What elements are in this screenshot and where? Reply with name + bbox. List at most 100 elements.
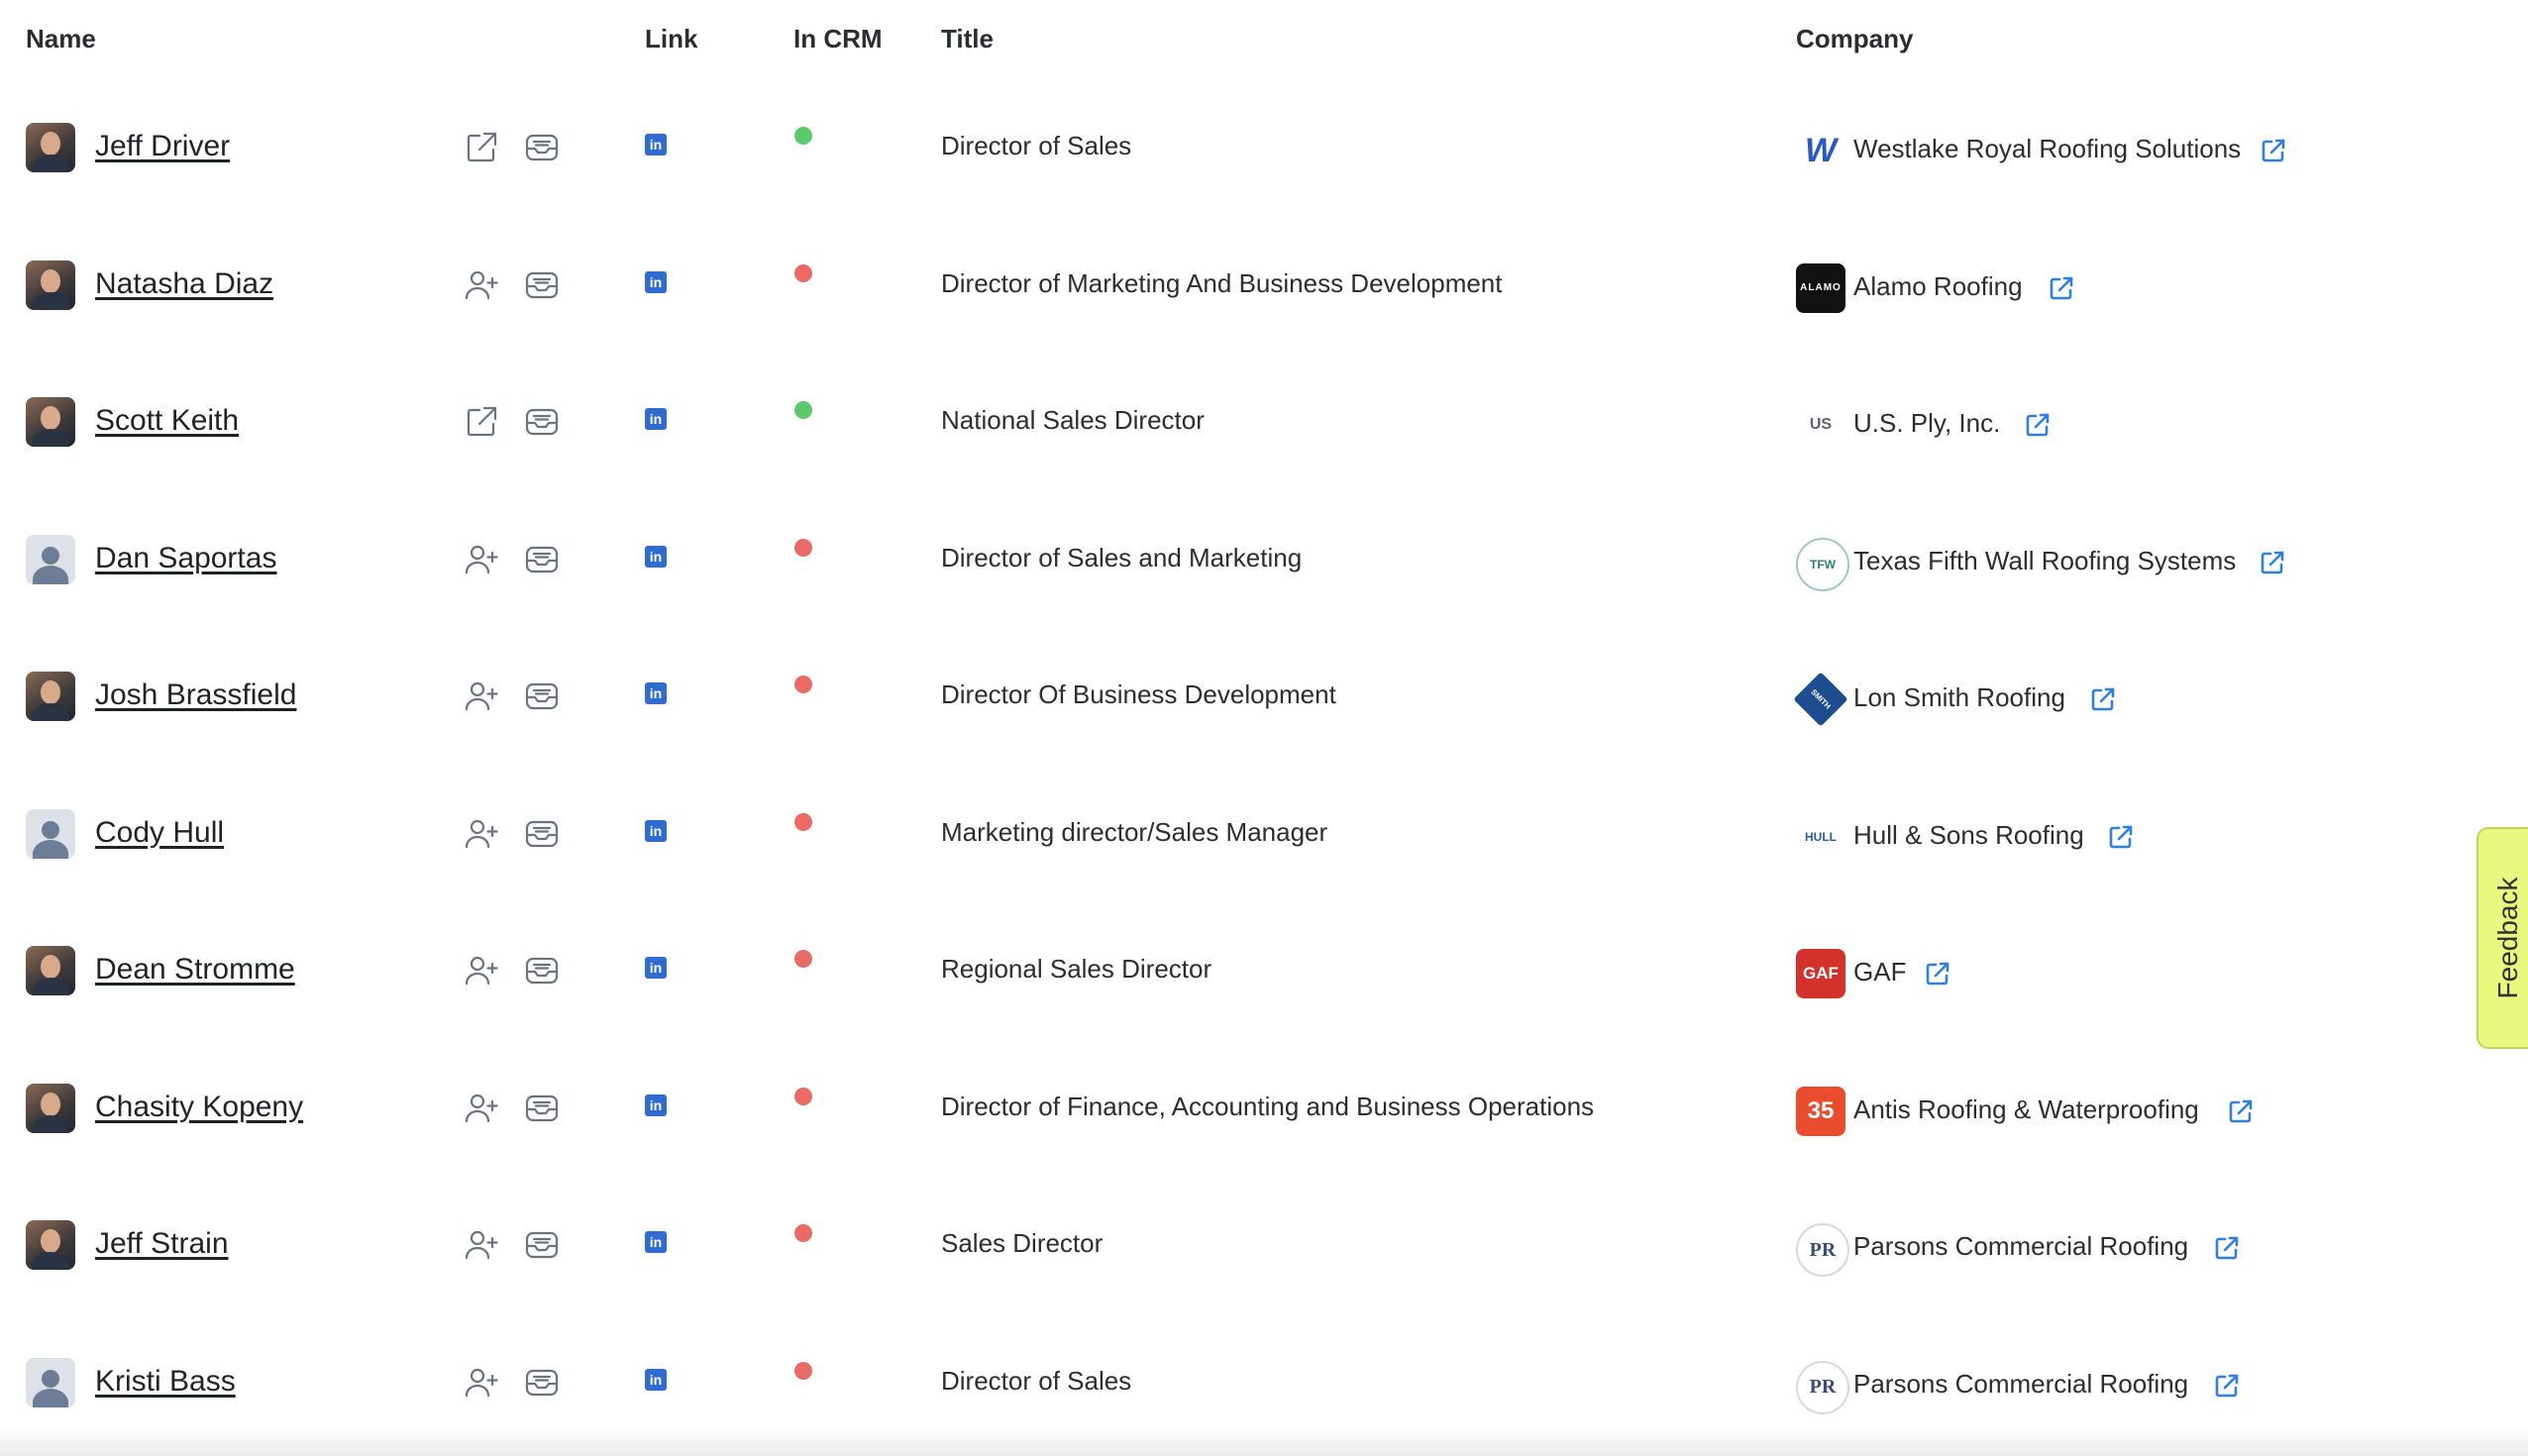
avatar[interactable] [26, 808, 75, 859]
inbox-icon[interactable] [522, 1363, 562, 1403]
add-person-icon[interactable] [462, 814, 501, 854]
contact-name-link[interactable]: Dean Stromme [95, 953, 295, 987]
add-person-icon[interactable] [462, 1225, 501, 1265]
column-header-title[interactable]: Title [941, 24, 994, 54]
company-logo: 35 [1796, 1086, 1845, 1136]
job-title: National Sales Director [941, 405, 1205, 435]
inbox-icon[interactable] [522, 951, 562, 990]
table-row: Cody Hull in Marketing director/Sales Ma… [0, 768, 2457, 904]
external-link-icon[interactable] [2258, 548, 2287, 577]
column-header-name[interactable]: Name [26, 24, 96, 54]
external-edit-icon[interactable] [462, 402, 501, 442]
linkedin-icon[interactable]: in [645, 408, 667, 430]
avatar[interactable] [26, 123, 75, 172]
avatar[interactable] [26, 1357, 75, 1407]
contact-name-link[interactable]: Dan Saportas [95, 542, 276, 575]
in-crm-no-indicator [794, 1224, 812, 1242]
linkedin-icon[interactable]: in [645, 134, 667, 156]
company-name[interactable]: Parsons Commercial Roofing [1853, 1369, 2188, 1400]
company-name[interactable]: Hull & Sons Roofing [1853, 820, 2084, 851]
company-name[interactable]: Texas Fifth Wall Roofing Systems [1853, 546, 2236, 576]
contact-name-link[interactable]: Natasha Diaz [95, 267, 273, 301]
inbox-icon[interactable] [522, 676, 562, 716]
feedback-label: Feedback [2492, 877, 2523, 999]
contact-name-link[interactable]: Scott Keith [95, 404, 239, 438]
job-title: Director of Sales [941, 131, 1132, 160]
feedback-button[interactable]: Feedback [2476, 827, 2528, 1049]
in-crm-no-indicator [794, 950, 812, 968]
in-crm-no-indicator [794, 1087, 812, 1105]
company-name[interactable]: Lon Smith Roofing [1853, 682, 2065, 713]
linkedin-icon[interactable]: in [645, 819, 667, 842]
linkedin-icon[interactable]: in [645, 1093, 667, 1116]
company-logo: W [1796, 126, 1845, 175]
linkedin-icon[interactable]: in [645, 1368, 667, 1391]
company-name[interactable]: Parsons Commercial Roofing [1853, 1231, 2188, 1262]
company-name[interactable]: Westlake Royal Roofing Solutions [1853, 134, 2241, 164]
linkedin-icon[interactable]: in [645, 957, 667, 979]
company-name[interactable]: Antis Roofing & Waterproofing [1853, 1094, 2199, 1125]
avatar[interactable] [26, 1220, 75, 1270]
avatar[interactable] [26, 946, 75, 995]
column-header-link[interactable]: Link [645, 24, 697, 54]
external-link-icon[interactable] [2106, 822, 2136, 852]
column-header-company[interactable]: Company [1796, 24, 1913, 54]
external-link-icon[interactable] [1923, 959, 1952, 988]
company-logo: GAF [1796, 949, 1845, 998]
company-name[interactable]: Alamo Roofing [1853, 271, 2023, 302]
company-logo: PR [1796, 1360, 1849, 1414]
contact-name-link[interactable]: Jeff Strain [95, 1227, 229, 1261]
inbox-icon[interactable] [522, 402, 562, 442]
inbox-icon[interactable] [522, 540, 562, 579]
contact-name-link[interactable]: Chasity Kopeny [95, 1091, 303, 1124]
table-row: Jeff Strain in Sales Director PR Parsons… [0, 1179, 2457, 1315]
external-link-icon[interactable] [2088, 684, 2118, 714]
contact-name-link[interactable]: Jeff Driver [95, 130, 230, 163]
company-name[interactable]: U.S. Ply, Inc. [1853, 408, 2000, 439]
external-link-icon[interactable] [2047, 273, 2076, 303]
table-row: Dan Saportas in Director of Sales and Ma… [0, 493, 2457, 630]
inbox-icon[interactable] [522, 1225, 562, 1265]
linkedin-icon[interactable]: in [645, 1231, 667, 1253]
external-link-icon[interactable] [2023, 410, 2053, 440]
add-person-icon[interactable] [462, 676, 501, 716]
linkedin-icon[interactable]: in [645, 545, 667, 568]
contact-name-link[interactable]: Josh Brassfield [95, 678, 296, 712]
contact-name-link[interactable]: Kristi Bass [95, 1365, 236, 1399]
external-link-icon[interactable] [2226, 1096, 2256, 1126]
external-edit-icon[interactable] [462, 128, 501, 167]
job-title: Director of Sales and Marketing [941, 542, 1303, 572]
inbox-icon[interactable] [522, 814, 562, 854]
table-row: Natasha Diaz in Director of Marketing An… [0, 219, 2457, 356]
in-crm-yes-indicator [794, 401, 812, 419]
avatar[interactable] [26, 672, 75, 721]
job-title: Director of Marketing And Business Devel… [941, 267, 1503, 298]
external-link-icon[interactable] [2259, 136, 2288, 165]
add-person-icon[interactable] [462, 265, 501, 305]
column-header-in-crm[interactable]: In CRM [793, 24, 883, 54]
company-logo: HULL [1796, 811, 1845, 862]
avatar[interactable] [26, 1083, 75, 1133]
inbox-icon[interactable] [522, 265, 562, 305]
job-title: Director of Sales [941, 1365, 1132, 1396]
inbox-icon[interactable] [522, 1089, 562, 1128]
company-logo: US [1796, 400, 1845, 450]
avatar[interactable] [26, 534, 75, 584]
contact-name-link[interactable]: Cody Hull [95, 816, 224, 850]
avatar[interactable] [26, 260, 75, 310]
avatar[interactable] [26, 397, 75, 447]
company-logo: TFW [1796, 537, 1849, 591]
add-person-icon[interactable] [462, 540, 501, 579]
add-person-icon[interactable] [462, 951, 501, 990]
external-link-icon[interactable] [2212, 1233, 2242, 1263]
table-row: Chasity Kopeny in Director of Finance, A… [0, 1042, 2457, 1179]
company-name[interactable]: GAF [1853, 957, 1906, 988]
external-link-icon[interactable] [2212, 1371, 2242, 1401]
linkedin-icon[interactable]: in [645, 270, 667, 293]
add-person-icon[interactable] [462, 1363, 501, 1403]
in-crm-no-indicator [794, 812, 812, 831]
linkedin-icon[interactable]: in [645, 682, 667, 704]
company-logo: SMITH [1793, 672, 1848, 727]
add-person-icon[interactable] [462, 1089, 501, 1128]
inbox-icon[interactable] [522, 128, 562, 167]
